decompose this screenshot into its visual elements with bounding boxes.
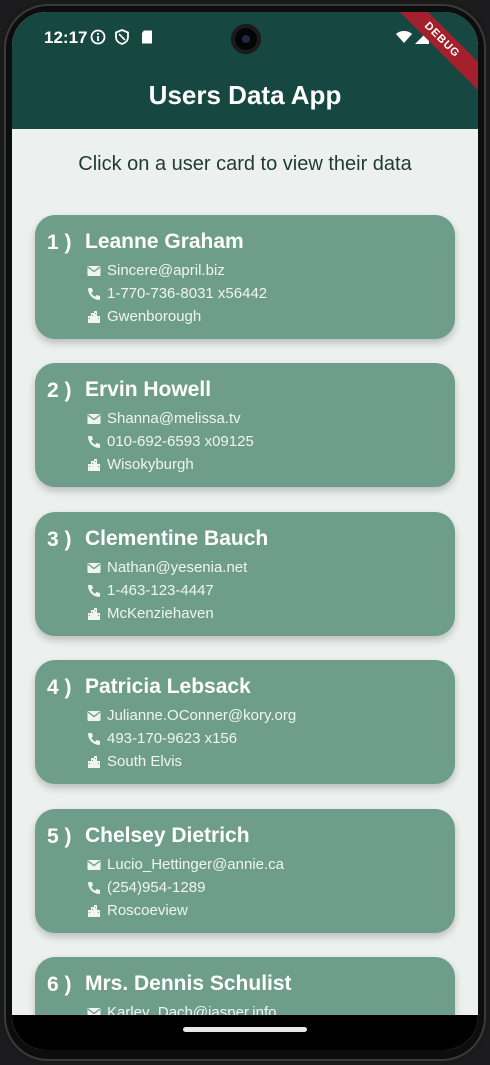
- instruction-text: Click on a user card to view their data: [78, 153, 412, 175]
- status-bar: 12:17 DEBUG: [12, 12, 478, 97]
- device-frame: 12:17 DEBUG Users Data App Click on a us…: [0, 0, 490, 1065]
- user-city: Roscoeview: [107, 902, 188, 919]
- user-card[interactable]: 6 ) Mrs. Dennis Schulist Karley_Dach@jas…: [35, 957, 455, 1019]
- user-city: McKenziehaven: [107, 605, 214, 622]
- phone-icon: [88, 436, 100, 448]
- phone-icon: [88, 882, 100, 894]
- page-title: Users Data App: [148, 80, 342, 110]
- status-time: 12:17: [44, 28, 88, 47]
- phone-icon: [88, 585, 100, 597]
- user-list[interactable]: Click on a user card to view their data …: [12, 129, 478, 1019]
- user-index: 4 ): [47, 676, 72, 699]
- email-icon: [87, 860, 101, 870]
- user-email: Julianne.OConner@kory.org: [107, 707, 297, 724]
- email-icon: [87, 266, 101, 276]
- shield-icon: [115, 29, 129, 45]
- user-card[interactable]: 1 ) Leanne Graham Sincere@april.biz 1-77…: [35, 215, 455, 339]
- user-card[interactable]: 3 ) Clementine Bauch Nathan@yesenia.net …: [35, 512, 455, 636]
- user-name: Patricia Lebsack: [85, 675, 251, 698]
- user-phone: 1-770-736-8031 x56442: [107, 285, 268, 302]
- user-phone: (254)954-1289: [107, 879, 206, 896]
- user-email: Sincere@april.biz: [107, 262, 225, 279]
- front-camera: [231, 24, 261, 54]
- city-icon: [88, 311, 100, 323]
- user-name: Chelsey Dietrich: [85, 824, 250, 847]
- email-icon: [87, 414, 101, 424]
- system-nav-bar: [12, 1015, 478, 1050]
- user-name: Mrs. Dennis Schulist: [85, 972, 292, 995]
- city-icon: [88, 756, 100, 768]
- home-gesture-handle[interactable]: [183, 1027, 307, 1032]
- email-icon: [87, 563, 101, 573]
- user-phone: 010-692-6593 x09125: [107, 433, 254, 450]
- phone-icon: [88, 733, 100, 745]
- user-index: 6 ): [47, 973, 72, 996]
- sd-card-icon: [142, 30, 152, 44]
- user-city: South Elvis: [107, 753, 183, 770]
- email-icon: [87, 711, 101, 721]
- user-name: Leanne Graham: [85, 230, 244, 253]
- user-index: 1 ): [47, 231, 72, 254]
- user-index: 2 ): [47, 379, 72, 402]
- user-email: Lucio_Hettinger@annie.ca: [107, 856, 285, 873]
- user-city: Wisokyburgh: [107, 456, 194, 473]
- user-phone: 1-463-123-4447: [107, 582, 214, 599]
- user-card[interactable]: 5 ) Chelsey Dietrich Lucio_Hettinger@ann…: [35, 809, 455, 933]
- user-city: Gwenborough: [107, 308, 202, 325]
- user-name: Ervin Howell: [85, 378, 212, 401]
- user-card[interactable]: 2 ) Ervin Howell Shanna@melissa.tv 010-6…: [35, 363, 455, 487]
- user-name: Clementine Bauch: [85, 527, 269, 550]
- user-card[interactable]: 4 ) Patricia Lebsack Julianne.OConner@ko…: [35, 660, 455, 784]
- user-index: 5 ): [47, 825, 72, 848]
- user-phone: 493-170-9623 x156: [107, 730, 238, 747]
- city-icon: [88, 459, 100, 471]
- info-icon: [90, 29, 106, 45]
- phone-icon: [88, 288, 100, 300]
- user-index: 3 ): [47, 528, 72, 551]
- user-email: Nathan@yesenia.net: [107, 559, 248, 576]
- screen: 12:17 DEBUG Users Data App Click on a us…: [12, 12, 478, 1050]
- user-email: Shanna@melissa.tv: [107, 410, 241, 427]
- app-bar: 12:17 DEBUG Users Data App: [12, 12, 478, 129]
- city-icon: [88, 905, 100, 917]
- wifi-icon: [396, 31, 412, 43]
- city-icon: [88, 608, 100, 620]
